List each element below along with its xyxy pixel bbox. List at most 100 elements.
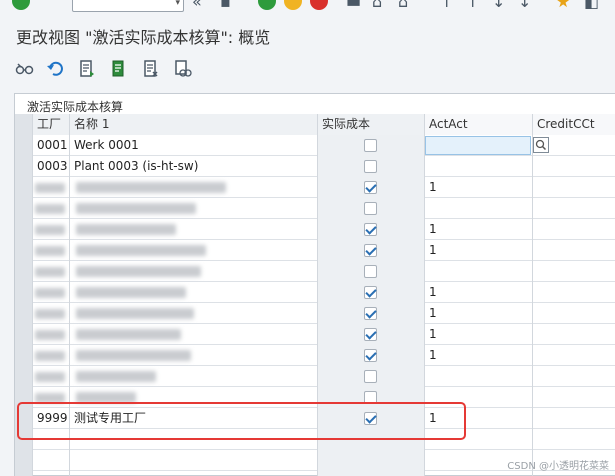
- table-row[interactable]: [15, 387, 615, 408]
- row-selector[interactable]: [15, 219, 33, 240]
- actact-cell[interactable]: 1: [425, 282, 533, 303]
- row-selector[interactable]: [15, 177, 33, 198]
- creditcct-cell[interactable]: [533, 177, 615, 198]
- row-selector[interactable]: [15, 366, 33, 387]
- actual-cost-checkbox[interactable]: [364, 307, 377, 320]
- column-header-plant[interactable]: 工厂: [33, 114, 70, 135]
- actual-cost-checkbox[interactable]: [364, 286, 377, 299]
- create-session-icon[interactable]: ★: [556, 0, 570, 11]
- row-selector[interactable]: [15, 135, 33, 156]
- actact-input-focused[interactable]: [425, 136, 531, 155]
- find-icon[interactable]: ⌂: [372, 0, 382, 11]
- actact-cell[interactable]: [425, 366, 533, 387]
- previous-page-icon[interactable]: ↑: [466, 0, 479, 11]
- back-double-arrow-icon[interactable]: «: [192, 0, 202, 11]
- display-change-glasses-icon[interactable]: [14, 58, 36, 80]
- table-row[interactable]: [15, 198, 615, 219]
- actual-cost-checkbox[interactable]: [364, 181, 377, 194]
- creditcct-cell[interactable]: [533, 282, 615, 303]
- actual-cost-checkbox[interactable]: [364, 223, 377, 236]
- actact-cell[interactable]: 1: [425, 345, 533, 366]
- actual-cost-checkbox[interactable]: [364, 202, 377, 215]
- actual-cost-checkbox[interactable]: [364, 370, 377, 383]
- table-row[interactable]: 1: [15, 345, 615, 366]
- actual-cost-checkbox[interactable]: [364, 265, 377, 278]
- column-header-creditcct[interactable]: CreditCCt: [533, 114, 615, 135]
- save-icon[interactable]: ▪: [220, 0, 231, 11]
- column-header-actact[interactable]: ActAct: [425, 114, 533, 135]
- actact-cell[interactable]: 1: [425, 408, 533, 429]
- actact-cell[interactable]: 1: [425, 219, 533, 240]
- print-icon[interactable]: ▬: [346, 0, 361, 11]
- creditcct-cell[interactable]: [533, 135, 615, 156]
- shortcut-icon[interactable]: ◧: [584, 0, 599, 11]
- row-selector[interactable]: [15, 408, 33, 429]
- actual-cost-checkbox[interactable]: [364, 328, 377, 341]
- actual-cost-checkbox[interactable]: [364, 160, 377, 173]
- row-selector[interactable]: [15, 345, 33, 366]
- row-selector[interactable]: [15, 198, 33, 219]
- creditcct-cell[interactable]: [533, 408, 615, 429]
- creditcct-cell[interactable]: [533, 261, 615, 282]
- actual-cost-checkbox[interactable]: [364, 349, 377, 362]
- next-page-icon[interactable]: ↓: [492, 0, 505, 11]
- new-entries-icon[interactable]: [76, 58, 98, 80]
- actact-cell[interactable]: 1: [425, 177, 533, 198]
- actact-cell[interactable]: [425, 387, 533, 408]
- table-row[interactable]: 1: [15, 324, 615, 345]
- column-header-name[interactable]: 名称 1: [70, 114, 318, 135]
- table-row[interactable]: 1: [15, 303, 615, 324]
- creditcct-cell[interactable]: [533, 345, 615, 366]
- select-all-icon[interactable]: [172, 58, 194, 80]
- undo-icon[interactable]: [44, 58, 66, 80]
- actual-cost-checkbox[interactable]: [364, 244, 377, 257]
- column-header-actual-cost[interactable]: 实际成本: [318, 114, 425, 135]
- actact-cell[interactable]: [425, 156, 533, 177]
- command-field[interactable]: ▾: [72, 0, 184, 12]
- row-selector[interactable]: [15, 240, 33, 261]
- copy-as-icon[interactable]: [108, 58, 130, 80]
- delete-icon[interactable]: [140, 58, 162, 80]
- creditcct-cell[interactable]: [533, 366, 615, 387]
- command-dropdown-icon[interactable]: ▾: [175, 0, 180, 8]
- table-row[interactable]: [15, 366, 615, 387]
- exit-icon[interactable]: [284, 0, 302, 10]
- row-selector[interactable]: [15, 282, 33, 303]
- table-row[interactable]: 1: [15, 219, 615, 240]
- creditcct-cell[interactable]: [533, 240, 615, 261]
- creditcct-cell[interactable]: [533, 387, 615, 408]
- cancel-icon[interactable]: [310, 0, 328, 10]
- actact-cell[interactable]: 1: [425, 324, 533, 345]
- row-selector[interactable]: [15, 261, 33, 282]
- table-row[interactable]: 0003 Plant 0003 (is-ht-sw): [15, 156, 615, 177]
- value-help-icon[interactable]: [533, 137, 549, 153]
- actual-cost-checkbox[interactable]: [364, 139, 377, 152]
- row-selector[interactable]: [15, 324, 33, 345]
- creditcct-cell[interactable]: [533, 303, 615, 324]
- table-row[interactable]: 1: [15, 282, 615, 303]
- actact-cell[interactable]: [425, 198, 533, 219]
- find-next-icon[interactable]: ⌂: [398, 0, 408, 11]
- creditcct-cell[interactable]: [533, 198, 615, 219]
- last-page-icon[interactable]: ↓: [518, 0, 531, 11]
- table-row[interactable]: [15, 261, 615, 282]
- creditcct-cell[interactable]: [533, 324, 615, 345]
- table-row[interactable]: 0001 Werk 0001: [15, 135, 615, 156]
- actual-cost-checkbox[interactable]: [364, 391, 377, 404]
- creditcct-cell[interactable]: [533, 156, 615, 177]
- row-selector[interactable]: [15, 156, 33, 177]
- table-row[interactable]: 1: [15, 177, 615, 198]
- actact-cell[interactable]: [425, 261, 533, 282]
- actact-cell[interactable]: 1: [425, 240, 533, 261]
- actact-cell[interactable]: [425, 135, 533, 156]
- select-all-column[interactable]: [15, 114, 33, 135]
- actact-cell[interactable]: 1: [425, 303, 533, 324]
- table-row[interactable]: 9999 测试专用工厂 1: [15, 408, 615, 429]
- row-selector[interactable]: [15, 387, 33, 408]
- actual-cost-checkbox[interactable]: [364, 412, 377, 425]
- back-icon[interactable]: [258, 0, 276, 10]
- table-row[interactable]: 1: [15, 240, 615, 261]
- creditcct-cell[interactable]: [533, 219, 615, 240]
- row-selector[interactable]: [15, 303, 33, 324]
- enter-check-icon[interactable]: [12, 0, 30, 10]
